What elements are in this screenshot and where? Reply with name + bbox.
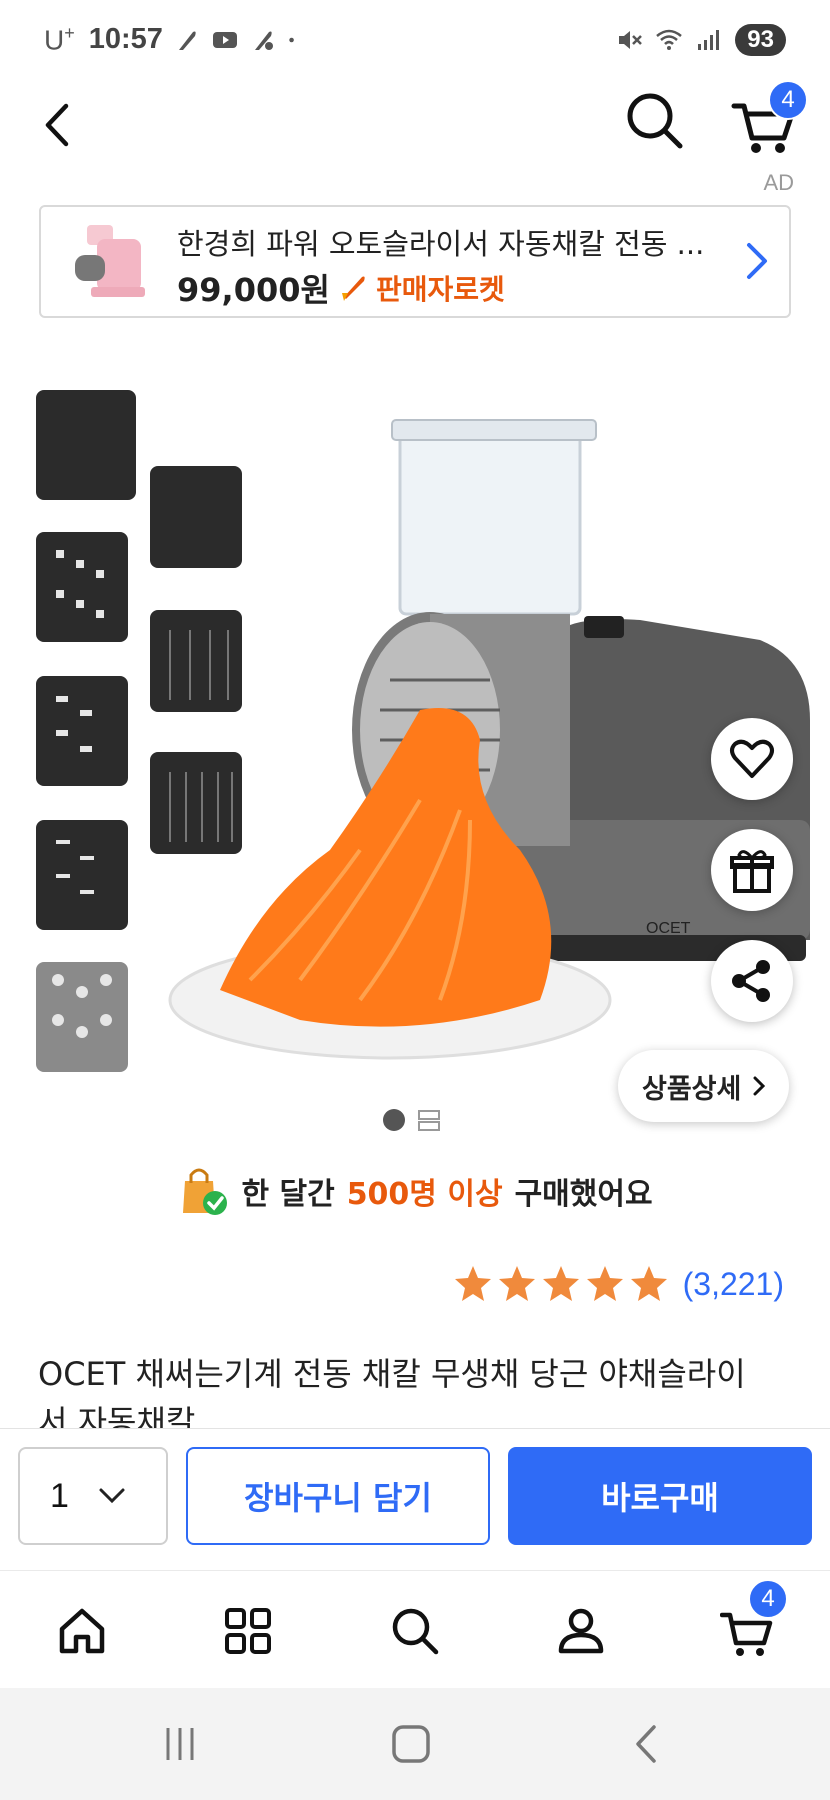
product-detail-label: 상품상세 (642, 1073, 742, 1105)
product-detail-button[interactable]: 상품상세 (618, 1050, 790, 1122)
nav-home[interactable] (42, 1591, 122, 1671)
cart-count-badge: 4 (768, 80, 808, 120)
gallery-list-icon (418, 1110, 440, 1131)
blade-drums-right (150, 466, 242, 854)
quantity-value: 1 (50, 1476, 69, 1515)
star-icon (498, 1266, 535, 1301)
mute-icon (619, 31, 643, 49)
share-button[interactable] (711, 940, 793, 1022)
chevron-left-icon (45, 103, 69, 147)
user-icon (558, 1608, 604, 1654)
add-to-cart-button[interactable]: 장바구니 담기 (186, 1447, 490, 1545)
home-system-button[interactable] (381, 1718, 441, 1770)
review-count[interactable]: (3,221) (683, 1266, 784, 1303)
gift-icon (730, 850, 774, 893)
nav-my-account[interactable] (541, 1591, 621, 1671)
nav-cart[interactable]: 4 (708, 1579, 788, 1671)
signal-icon (698, 30, 720, 50)
star-icon (454, 1266, 491, 1301)
sales-suffix: 구매했어요 (514, 1177, 653, 1212)
product-title: OCET 채써는기계 전동 채칼 무생채 당근 야채슬라이서 자동채칼 (38, 1355, 746, 1430)
back-button[interactable] (30, 92, 90, 158)
sales-prefix: 한 달간 (241, 1177, 335, 1212)
feather-icon-2 (254, 31, 273, 50)
chevron-right-icon (747, 243, 767, 279)
home-icon (59, 1608, 105, 1654)
buy-now-button[interactable]: 바로구매 (508, 1447, 812, 1545)
bottom-nav: 4 (0, 1570, 830, 1688)
quantity-select[interactable]: 1 (18, 1447, 168, 1545)
pager-dot-active (383, 1109, 405, 1131)
ad-price-row: 99,000원 판매자로켓 (177, 265, 505, 311)
share-icon (732, 960, 770, 1002)
ad-product-thumbnail (75, 225, 145, 297)
seller-rocket-badge: 판매자로켓 (375, 273, 505, 306)
recent-apps-button[interactable] (150, 1718, 210, 1770)
nav-categories[interactable] (208, 1591, 288, 1671)
rating-row[interactable]: (3,221) (453, 1264, 784, 1304)
brand-mark: OCET (646, 920, 691, 937)
chevron-right-icon (753, 1076, 766, 1096)
feather-icon (178, 31, 196, 50)
monthly-sales-row: 한 달간 500명 이상 구매했어요 (0, 1165, 830, 1217)
star-icon (542, 1266, 579, 1301)
heart-icon (730, 739, 774, 778)
star-icon (586, 1266, 623, 1301)
image-pager[interactable] (383, 1108, 441, 1132)
search-icon (627, 93, 683, 149)
wishlist-button[interactable] (711, 718, 793, 800)
nav-cart-count-badge: 4 (748, 1579, 788, 1619)
ad-title: 한경희 파워 오토슬라이서 자동채칼 전동 ... (177, 227, 705, 261)
youtube-icon (212, 31, 237, 48)
nav-search[interactable] (375, 1591, 455, 1671)
status-bar: U+ 10:57 93 (0, 0, 830, 80)
rocket-icon (341, 276, 365, 301)
search-button[interactable] (620, 86, 690, 156)
sales-count: 500명 이상 (346, 1177, 503, 1212)
ad-banner[interactable]: 한경희 파워 오토슬라이서 자동채칼 전동 ... 99,000원 판매자로켓 (39, 205, 791, 318)
notification-dot-icon (289, 37, 294, 43)
ad-price: 99,000원 (177, 271, 330, 309)
shopping-bag-check-icon (183, 1168, 228, 1215)
top-header: 4 (0, 80, 830, 170)
system-back-button[interactable] (615, 1718, 675, 1770)
blade-drums-left (36, 390, 136, 1072)
ad-label: AD (763, 170, 794, 195)
grid-icon (225, 1608, 271, 1654)
status-right: 93 (615, 24, 786, 56)
home-square-icon (392, 1725, 430, 1763)
recent-apps-icon (166, 1728, 194, 1760)
carrier-label: U+ (44, 23, 75, 56)
battery-indicator: 93 (735, 24, 786, 56)
chevron-down-icon (99, 1488, 125, 1504)
wifi-icon (656, 29, 683, 50)
gift-button[interactable] (711, 829, 793, 911)
cart-button[interactable]: 4 (730, 80, 810, 158)
system-nav-bar (0, 1688, 830, 1800)
clock: 10:57 (88, 23, 163, 56)
product-image[interactable]: OCET (0, 380, 830, 1100)
status-left: U+ 10:57 (44, 23, 303, 56)
chevron-left-icon (636, 1725, 656, 1763)
search-icon (392, 1608, 439, 1655)
purchase-bar: 1 장바구니 담기 바로구매 (0, 1428, 830, 1568)
star-icon (630, 1266, 667, 1301)
